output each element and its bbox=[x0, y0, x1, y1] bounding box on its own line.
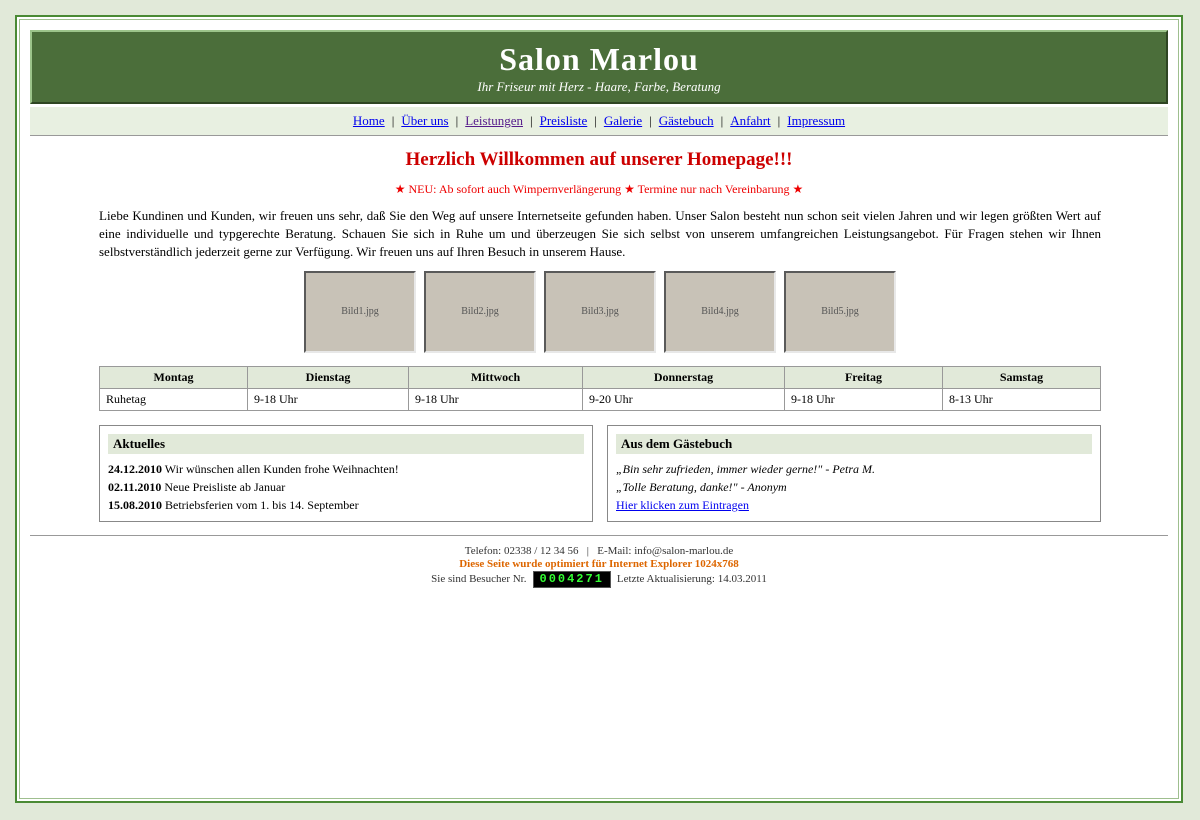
hours-header-row: Montag Dienstag Mittwoch Donnerstag Frei… bbox=[99, 366, 1101, 389]
photo-gallery: Bild1.jpg Bild2.jpg Bild3.jpg Bild4.jpg … bbox=[304, 271, 904, 355]
hours-cell: 9-20 Uhr bbox=[582, 388, 785, 411]
guestbook-box-title: Aus dem Gästebuch bbox=[616, 434, 1092, 454]
hours-cell: Ruhetag bbox=[99, 388, 248, 411]
welcome-heading: Herzlich Willkommen auf unserer Homepage… bbox=[405, 149, 793, 170]
news-date: 02.11.2010 bbox=[108, 480, 162, 494]
nav-separator: | bbox=[777, 113, 781, 128]
news-text: Neue Preisliste ab Januar bbox=[164, 480, 286, 494]
nav-prices-link[interactable]: Preisliste bbox=[540, 113, 588, 128]
opening-hours-table: Montag Dienstag Mittwoch Donnerstag Frei… bbox=[99, 366, 1101, 411]
nav-imprint-link[interactable]: Impressum bbox=[787, 113, 845, 128]
guestbook-box: Aus dem Gästebuch „Bin sehr zufrieden, i… bbox=[607, 425, 1101, 522]
gallery-image[interactable]: Bild3.jpg bbox=[544, 271, 656, 353]
day-header: Mittwoch bbox=[408, 366, 583, 389]
nav-separator: | bbox=[720, 113, 724, 128]
hours-cell: 9-18 Uhr bbox=[408, 388, 583, 411]
nav-separator: | bbox=[594, 113, 597, 128]
nav-separator: | bbox=[391, 113, 395, 128]
gallery-image[interactable]: Bild2.jpg bbox=[424, 271, 536, 353]
site-title: Salon Marlou bbox=[499, 41, 699, 77]
guestbook-list: „Bin sehr zufrieden, immer wieder gerne!… bbox=[616, 460, 1092, 514]
news-list: 24.12.2010 Wir wünschen allen Kunden fro… bbox=[108, 460, 584, 514]
nav-home-link[interactable]: Home bbox=[353, 113, 385, 128]
nav-separator: | bbox=[649, 113, 652, 128]
guestbook-sign-link[interactable]: Hier klicken zum Eintragen bbox=[616, 498, 749, 512]
news-ticker: ★ NEU: Ab sofort auch Wimpernverlängerun… bbox=[394, 182, 804, 196]
hours-cell: 9-18 Uhr bbox=[247, 388, 409, 411]
intro-text: Liebe Kundinen und Kunden, wir freuen un… bbox=[99, 208, 1101, 259]
guestbook-entry: „Bin sehr zufrieden, immer wieder gerne!… bbox=[616, 462, 875, 476]
day-header: Freitag bbox=[784, 366, 943, 389]
nav-separator: | bbox=[529, 113, 533, 128]
news-box-title: Aktuelles bbox=[108, 434, 584, 454]
gallery-image[interactable]: Bild5.jpg bbox=[784, 271, 896, 353]
nav-directions-link[interactable]: Anfahrt bbox=[730, 113, 770, 128]
footer-optimized-note: Diese Seite wurde optimiert für Internet… bbox=[459, 558, 739, 570]
day-header: Montag bbox=[99, 366, 248, 389]
site-footer: Telefon: 02338 / 12 34 56 | E-Mail: info… bbox=[17, 545, 1181, 588]
footer-divider bbox=[30, 535, 1168, 536]
news-date: 15.08.2010 bbox=[108, 498, 162, 512]
gallery-image[interactable]: Bild4.jpg bbox=[664, 271, 776, 353]
last-updated: Letzte Aktualisierung: 14.03.2011 bbox=[616, 573, 767, 586]
news-text: Wir wünschen allen Kunden frohe Weihnach… bbox=[164, 462, 399, 476]
news-box: Aktuelles 24.12.2010 Wir wünschen allen … bbox=[99, 425, 593, 522]
footer-contact: Telefon: 02338 / 12 34 56 | E-Mail: info… bbox=[464, 545, 734, 557]
nav-guestbook-link[interactable]: Gästebuch bbox=[659, 113, 714, 128]
news-item: 02.11.2010 Neue Preisliste ab Januar bbox=[108, 478, 584, 496]
footer-visitor-line: Sie sind Besucher Nr. 0004271 Letzte Aktua… bbox=[17, 571, 1181, 588]
news-date: 24.12.2010 bbox=[108, 462, 162, 476]
nav-about-link[interactable]: Über uns bbox=[401, 113, 448, 128]
nav-services-link[interactable]: Leistungen bbox=[465, 113, 523, 128]
hours-cell: 8-13 Uhr bbox=[942, 388, 1101, 411]
hours-cell: 9-18 Uhr bbox=[784, 388, 943, 411]
site-header: Salon Marlou Ihr Friseur mit Herz - Haar… bbox=[30, 30, 1168, 104]
news-text: Betriebsferien vom 1. bis 14. September bbox=[165, 498, 359, 512]
day-header: Samstag bbox=[942, 366, 1101, 389]
nav-gallery-link[interactable]: Galerie bbox=[604, 113, 642, 128]
guestbook-entry: „Tolle Beratung, danke!" - Anonym bbox=[616, 480, 787, 494]
page-frame: Salon Marlou Ihr Friseur mit Herz - Haar… bbox=[15, 15, 1183, 803]
day-header: Dienstag bbox=[247, 366, 409, 389]
day-header: Donnerstag bbox=[582, 366, 785, 389]
visitor-label: Sie sind Besucher Nr. bbox=[431, 573, 527, 586]
hours-row: Ruhetag 9-18 Uhr 9-18 Uhr 9-20 Uhr 9-18 … bbox=[99, 388, 1101, 411]
gallery-image[interactable]: Bild1.jpg bbox=[304, 271, 416, 353]
news-item: 24.12.2010 Wir wünschen allen Kunden fro… bbox=[108, 460, 584, 478]
visitor-counter: 0004271 bbox=[532, 571, 611, 588]
main-nav: Home | Über uns | Leistungen | Preisliste | Gale… bbox=[30, 107, 1168, 136]
nav-separator: | bbox=[455, 113, 459, 128]
site-subtitle: Ihr Friseur mit Herz - Haare, Farbe, Ber… bbox=[477, 79, 721, 94]
news-item: 15.08.2010 Betriebsferien vom 1. bis 14.… bbox=[108, 496, 584, 514]
